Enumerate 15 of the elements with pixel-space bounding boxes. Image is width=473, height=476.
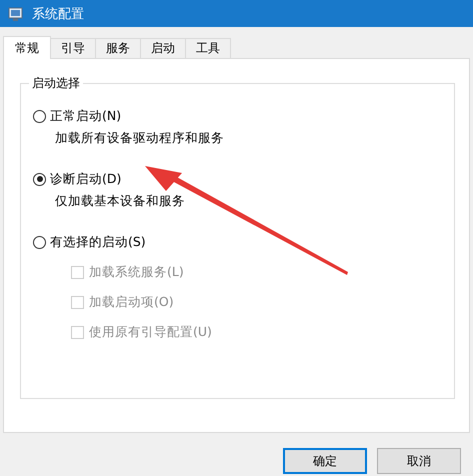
radio-button[interactable]	[33, 172, 46, 186]
radio-label[interactable]: 有选择的启动(S)	[50, 234, 146, 250]
dialog-button[interactable]: 确定	[283, 448, 367, 474]
tab[interactable]: 工具	[185, 38, 231, 58]
option-description: 加载所有设备驱动程序和服务	[55, 130, 225, 147]
radio-label[interactable]: 诊断启动(D)	[50, 170, 122, 188]
dialog-button[interactable]: 取消	[377, 448, 461, 474]
window-title: 系统配置	[32, 6, 84, 22]
tab[interactable]: 常规	[3, 36, 51, 59]
group-title: 启动选择	[29, 75, 83, 92]
option-description: 仅加载基本设备和服务	[55, 193, 186, 210]
radio-button[interactable]	[33, 236, 46, 248]
radio-label[interactable]: 正常启动(N)	[50, 108, 122, 124]
system-config-icon	[8, 6, 24, 22]
radio-button[interactable]	[33, 110, 46, 122]
